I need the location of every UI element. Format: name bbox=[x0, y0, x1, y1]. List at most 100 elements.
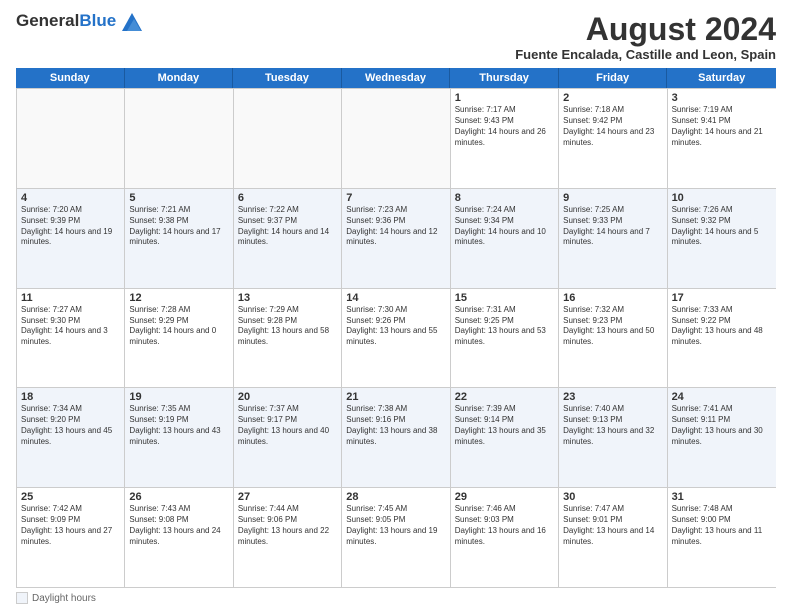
day-cell-16: 16Sunrise: 7:32 AMSunset: 9:23 PMDayligh… bbox=[559, 289, 667, 388]
day-info: Sunrise: 7:34 AMSunset: 9:20 PMDaylight:… bbox=[21, 404, 120, 447]
day-info: Sunrise: 7:41 AMSunset: 9:11 PMDaylight:… bbox=[672, 404, 772, 447]
day-info: Sunrise: 7:40 AMSunset: 9:13 PMDaylight:… bbox=[563, 404, 662, 447]
day-number: 2 bbox=[563, 92, 662, 104]
day-number: 1 bbox=[455, 92, 554, 104]
day-cell-14: 14Sunrise: 7:30 AMSunset: 9:26 PMDayligh… bbox=[342, 289, 450, 388]
day-cell-10: 10Sunrise: 7:26 AMSunset: 9:32 PMDayligh… bbox=[668, 189, 776, 288]
page: GeneralBlue August 2024 Fuente Encalada,… bbox=[0, 0, 792, 612]
day-number: 16 bbox=[563, 292, 662, 304]
header-day-tuesday: Tuesday bbox=[233, 68, 342, 88]
legend-label: Daylight hours bbox=[32, 593, 96, 604]
day-cell-29: 29Sunrise: 7:46 AMSunset: 9:03 PMDayligh… bbox=[451, 488, 559, 587]
day-info: Sunrise: 7:24 AMSunset: 9:34 PMDaylight:… bbox=[455, 205, 554, 248]
day-number: 6 bbox=[238, 192, 337, 204]
month-year: August 2024 bbox=[515, 12, 776, 47]
day-cell-30: 30Sunrise: 7:47 AMSunset: 9:01 PMDayligh… bbox=[559, 488, 667, 587]
day-info: Sunrise: 7:19 AMSunset: 9:41 PMDaylight:… bbox=[672, 105, 772, 148]
day-number: 8 bbox=[455, 192, 554, 204]
day-info: Sunrise: 7:48 AMSunset: 9:00 PMDaylight:… bbox=[672, 504, 772, 547]
day-number: 10 bbox=[672, 192, 772, 204]
day-info: Sunrise: 7:38 AMSunset: 9:16 PMDaylight:… bbox=[346, 404, 445, 447]
day-cell-23: 23Sunrise: 7:40 AMSunset: 9:13 PMDayligh… bbox=[559, 388, 667, 487]
day-cell-15: 15Sunrise: 7:31 AMSunset: 9:25 PMDayligh… bbox=[451, 289, 559, 388]
header-day-wednesday: Wednesday bbox=[342, 68, 451, 88]
day-info: Sunrise: 7:20 AMSunset: 9:39 PMDaylight:… bbox=[21, 205, 120, 248]
day-info: Sunrise: 7:31 AMSunset: 9:25 PMDaylight:… bbox=[455, 305, 554, 348]
day-cell-11: 11Sunrise: 7:27 AMSunset: 9:30 PMDayligh… bbox=[17, 289, 125, 388]
day-cell-12: 12Sunrise: 7:28 AMSunset: 9:29 PMDayligh… bbox=[125, 289, 233, 388]
footer: Daylight hours bbox=[16, 592, 776, 604]
day-info: Sunrise: 7:43 AMSunset: 9:08 PMDaylight:… bbox=[129, 504, 228, 547]
day-number: 31 bbox=[672, 491, 772, 503]
calendar: SundayMondayTuesdayWednesdayThursdayFrid… bbox=[16, 68, 776, 588]
day-cell-19: 19Sunrise: 7:35 AMSunset: 9:19 PMDayligh… bbox=[125, 388, 233, 487]
day-cell-2: 2Sunrise: 7:18 AMSunset: 9:42 PMDaylight… bbox=[559, 89, 667, 188]
logo-icon bbox=[122, 13, 142, 31]
day-number: 25 bbox=[21, 491, 120, 503]
cal-row-1: 1Sunrise: 7:17 AMSunset: 9:43 PMDaylight… bbox=[17, 89, 776, 189]
day-number: 4 bbox=[21, 192, 120, 204]
day-info: Sunrise: 7:22 AMSunset: 9:37 PMDaylight:… bbox=[238, 205, 337, 248]
day-number: 7 bbox=[346, 192, 445, 204]
calendar-header: SundayMondayTuesdayWednesdayThursdayFrid… bbox=[16, 68, 776, 88]
day-number: 15 bbox=[455, 292, 554, 304]
day-number: 9 bbox=[563, 192, 662, 204]
day-info: Sunrise: 7:25 AMSunset: 9:33 PMDaylight:… bbox=[563, 205, 662, 248]
day-info: Sunrise: 7:35 AMSunset: 9:19 PMDaylight:… bbox=[129, 404, 228, 447]
day-cell-9: 9Sunrise: 7:25 AMSunset: 9:33 PMDaylight… bbox=[559, 189, 667, 288]
day-info: Sunrise: 7:33 AMSunset: 9:22 PMDaylight:… bbox=[672, 305, 772, 348]
day-cell-28: 28Sunrise: 7:45 AMSunset: 9:05 PMDayligh… bbox=[342, 488, 450, 587]
day-cell-31: 31Sunrise: 7:48 AMSunset: 9:00 PMDayligh… bbox=[668, 488, 776, 587]
day-number: 11 bbox=[21, 292, 120, 304]
day-cell-1: 1Sunrise: 7:17 AMSunset: 9:43 PMDaylight… bbox=[451, 89, 559, 188]
day-cell-18: 18Sunrise: 7:34 AMSunset: 9:20 PMDayligh… bbox=[17, 388, 125, 487]
day-number: 17 bbox=[672, 292, 772, 304]
day-info: Sunrise: 7:47 AMSunset: 9:01 PMDaylight:… bbox=[563, 504, 662, 547]
cal-row-2: 4Sunrise: 7:20 AMSunset: 9:39 PMDaylight… bbox=[17, 189, 776, 289]
logo-general: General bbox=[16, 11, 79, 30]
day-number: 24 bbox=[672, 391, 772, 403]
day-number: 13 bbox=[238, 292, 337, 304]
header-day-monday: Monday bbox=[125, 68, 234, 88]
day-number: 14 bbox=[346, 292, 445, 304]
day-info: Sunrise: 7:42 AMSunset: 9:09 PMDaylight:… bbox=[21, 504, 120, 547]
day-info: Sunrise: 7:28 AMSunset: 9:29 PMDaylight:… bbox=[129, 305, 228, 348]
day-number: 22 bbox=[455, 391, 554, 403]
header-day-saturday: Saturday bbox=[667, 68, 776, 88]
day-cell-8: 8Sunrise: 7:24 AMSunset: 9:34 PMDaylight… bbox=[451, 189, 559, 288]
day-cell-7: 7Sunrise: 7:23 AMSunset: 9:36 PMDaylight… bbox=[342, 189, 450, 288]
day-cell-21: 21Sunrise: 7:38 AMSunset: 9:16 PMDayligh… bbox=[342, 388, 450, 487]
empty-cell bbox=[17, 89, 125, 188]
day-info: Sunrise: 7:39 AMSunset: 9:14 PMDaylight:… bbox=[455, 404, 554, 447]
day-info: Sunrise: 7:37 AMSunset: 9:17 PMDaylight:… bbox=[238, 404, 337, 447]
logo-blue: Blue bbox=[79, 11, 116, 30]
title-block: August 2024 Fuente Encalada, Castille an… bbox=[515, 12, 776, 62]
day-number: 20 bbox=[238, 391, 337, 403]
day-cell-17: 17Sunrise: 7:33 AMSunset: 9:22 PMDayligh… bbox=[668, 289, 776, 388]
day-cell-5: 5Sunrise: 7:21 AMSunset: 9:38 PMDaylight… bbox=[125, 189, 233, 288]
day-number: 19 bbox=[129, 391, 228, 403]
day-info: Sunrise: 7:26 AMSunset: 9:32 PMDaylight:… bbox=[672, 205, 772, 248]
day-cell-24: 24Sunrise: 7:41 AMSunset: 9:11 PMDayligh… bbox=[668, 388, 776, 487]
day-number: 23 bbox=[563, 391, 662, 403]
location: Fuente Encalada, Castille and Leon, Spai… bbox=[515, 47, 776, 62]
header: GeneralBlue August 2024 Fuente Encalada,… bbox=[16, 12, 776, 62]
logo: GeneralBlue bbox=[16, 12, 142, 31]
day-cell-20: 20Sunrise: 7:37 AMSunset: 9:17 PMDayligh… bbox=[234, 388, 342, 487]
day-number: 18 bbox=[21, 391, 120, 403]
header-day-friday: Friday bbox=[559, 68, 668, 88]
day-number: 27 bbox=[238, 491, 337, 503]
day-cell-6: 6Sunrise: 7:22 AMSunset: 9:37 PMDaylight… bbox=[234, 189, 342, 288]
day-info: Sunrise: 7:46 AMSunset: 9:03 PMDaylight:… bbox=[455, 504, 554, 547]
day-info: Sunrise: 7:29 AMSunset: 9:28 PMDaylight:… bbox=[238, 305, 337, 348]
logo-text: GeneralBlue bbox=[16, 12, 142, 31]
cal-row-3: 11Sunrise: 7:27 AMSunset: 9:30 PMDayligh… bbox=[17, 289, 776, 389]
day-cell-4: 4Sunrise: 7:20 AMSunset: 9:39 PMDaylight… bbox=[17, 189, 125, 288]
day-info: Sunrise: 7:30 AMSunset: 9:26 PMDaylight:… bbox=[346, 305, 445, 348]
day-cell-25: 25Sunrise: 7:42 AMSunset: 9:09 PMDayligh… bbox=[17, 488, 125, 587]
day-number: 29 bbox=[455, 491, 554, 503]
cal-row-4: 18Sunrise: 7:34 AMSunset: 9:20 PMDayligh… bbox=[17, 388, 776, 488]
empty-cell bbox=[234, 89, 342, 188]
day-number: 3 bbox=[672, 92, 772, 104]
empty-cell bbox=[342, 89, 450, 188]
